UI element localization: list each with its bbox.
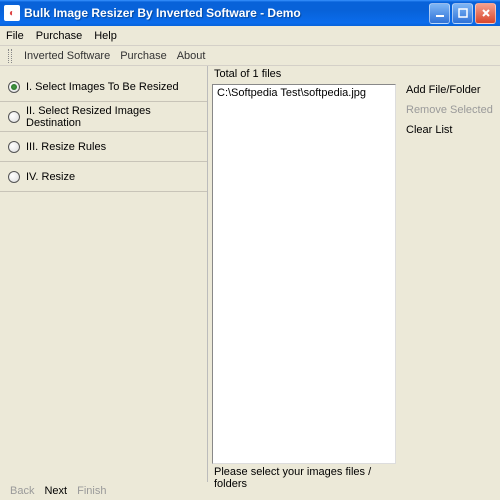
- toolbar-inverted-software[interactable]: Inverted Software: [24, 50, 110, 62]
- radio-icon: [8, 81, 20, 93]
- actions-panel: Add File/Folder Remove Selected Clear Li…: [400, 66, 500, 482]
- step-resize[interactable]: IV. Resize: [0, 162, 207, 192]
- menu-purchase[interactable]: Purchase: [36, 30, 82, 42]
- radio-icon: [8, 141, 20, 153]
- next-button[interactable]: Next: [44, 485, 67, 497]
- list-item[interactable]: C:\Softpedia Test\softpedia.jpg: [217, 87, 391, 99]
- step-resize-rules[interactable]: III. Resize Rules: [0, 132, 207, 162]
- toolbar-about[interactable]: About: [177, 50, 206, 62]
- toolbar-grip: [8, 49, 12, 63]
- back-button[interactable]: Back: [10, 485, 34, 497]
- maximize-button[interactable]: [452, 3, 473, 24]
- toolbar: Inverted Software Purchase About: [0, 46, 500, 66]
- window-title: Bulk Image Resizer By Inverted Software …: [24, 6, 429, 20]
- close-button[interactable]: [475, 3, 496, 24]
- wizard-nav: Back Next Finish: [0, 482, 500, 500]
- radio-icon: [8, 171, 20, 183]
- radio-icon: [8, 111, 20, 123]
- remove-selected-button[interactable]: Remove Selected: [406, 104, 494, 116]
- instruction-label: Please select your images files / folder…: [212, 464, 396, 482]
- content-area: I. Select Images To Be Resized II. Selec…: [0, 66, 500, 482]
- toolbar-purchase[interactable]: Purchase: [120, 50, 166, 62]
- steps-panel: I. Select Images To Be Resized II. Selec…: [0, 66, 208, 482]
- step-label: IV. Resize: [26, 171, 75, 183]
- step-select-images[interactable]: I. Select Images To Be Resized: [0, 72, 207, 102]
- file-pane: Total of 1 files C:\Softpedia Test\softp…: [208, 66, 400, 482]
- menu-bar: File Purchase Help: [0, 26, 500, 46]
- app-icon: ◐: [4, 5, 20, 21]
- title-bar: ◐ Bulk Image Resizer By Inverted Softwar…: [0, 0, 500, 26]
- window-buttons: [429, 3, 496, 24]
- add-file-folder-button[interactable]: Add File/Folder: [406, 84, 494, 96]
- total-files-label: Total of 1 files: [212, 68, 396, 84]
- step-label: III. Resize Rules: [26, 141, 106, 153]
- step-select-destination[interactable]: II. Select Resized Images Destination: [0, 102, 207, 132]
- minimize-button[interactable]: [429, 3, 450, 24]
- file-list[interactable]: C:\Softpedia Test\softpedia.jpg: [212, 84, 396, 464]
- menu-help[interactable]: Help: [94, 30, 117, 42]
- finish-button[interactable]: Finish: [77, 485, 106, 497]
- menu-file[interactable]: File: [6, 30, 24, 42]
- step-label: I. Select Images To Be Resized: [26, 81, 179, 93]
- step-label: II. Select Resized Images Destination: [26, 105, 199, 129]
- clear-list-button[interactable]: Clear List: [406, 124, 494, 136]
